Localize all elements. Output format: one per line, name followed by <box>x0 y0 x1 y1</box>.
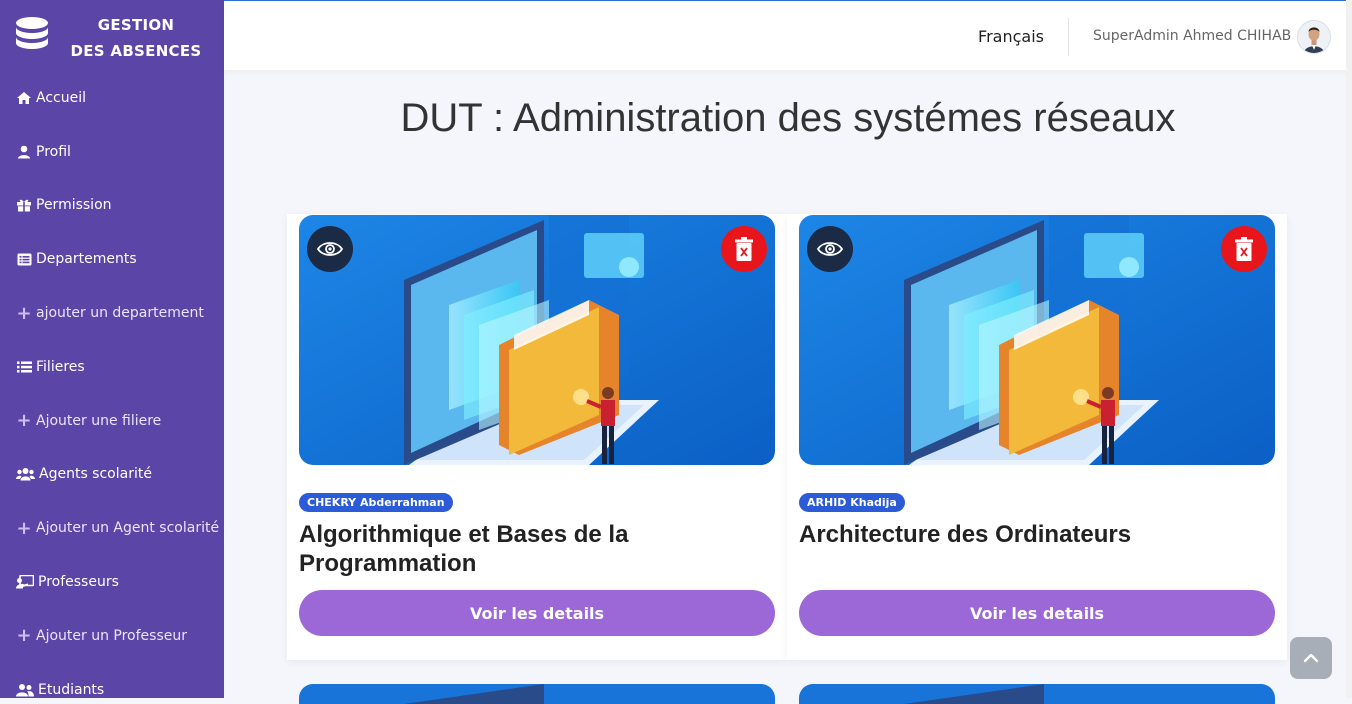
sidebar-item-profil[interactable]: Profil <box>0 125 224 179</box>
sidebar-item-label: Ajouter un Professeur <box>36 627 187 644</box>
sidebar-item-accueil[interactable]: Accueil <box>0 71 224 125</box>
sidebar-item-departements[interactable]: Departements <box>0 232 224 286</box>
sidebar-item-filieres[interactable]: Filieres <box>0 340 224 394</box>
brand-line1: GESTION <box>97 16 175 34</box>
users-icon <box>16 467 35 481</box>
sidebar-item-label: Agents scolarité <box>39 466 152 483</box>
sidebar-item-professeurs[interactable]: Professeurs <box>0 555 224 609</box>
page-title: DUT : Administration des systémes réseau… <box>400 96 1176 140</box>
course-title: Architecture des Ordinateurs <box>799 521 1132 548</box>
sidebar-item-label: Profil <box>36 143 71 160</box>
sidebar-item-etudiants[interactable]: Etudiants <box>0 663 224 698</box>
trash-icon <box>735 237 753 261</box>
details-button[interactable]: Voir les details <box>299 590 775 636</box>
trash-icon <box>1235 237 1253 261</box>
top-navbar: Français SuperAdmin Ahmed CHIHAB <box>224 0 1352 70</box>
course-card: ARHID Khadija Architecture des Ordinateu… <box>787 214 1287 660</box>
course-illustration <box>799 215 1275 465</box>
sidebar-item-label: Professeurs <box>38 574 119 591</box>
user-name[interactable]: SuperAdmin Ahmed CHIHAB <box>1093 28 1291 44</box>
scroll-to-top-button[interactable] <box>1290 637 1332 679</box>
details-button[interactable]: Voir les details <box>799 590 1275 636</box>
next-card-peek <box>799 684 1275 704</box>
course-illustration <box>299 215 775 465</box>
sidebar-item-label: Ajouter un Agent scolarité <box>36 520 220 537</box>
database-icon <box>16 17 48 49</box>
teacher-badge: ARHID Khadija <box>799 493 905 512</box>
sidebar-item-ajouter-departement[interactable]: + ajouter un departement <box>0 286 224 340</box>
plus-icon: + <box>16 302 32 324</box>
eye-icon <box>817 242 843 256</box>
sidebar-item-ajouter-professeur[interactable]: + Ajouter un Professeur <box>0 609 224 663</box>
course-card: CHEKRY Abderrahman Algorithmique et Base… <box>287 214 787 660</box>
teacher-badge: CHEKRY Abderrahman <box>299 493 453 512</box>
sidebar-item-permission[interactable]: Permission <box>0 179 224 233</box>
scrollbar[interactable] <box>1346 0 1352 698</box>
view-button[interactable] <box>807 226 853 272</box>
sidebar-item-agents-scolarite[interactable]: Agents scolarité <box>0 448 224 502</box>
language-selector[interactable]: Français <box>978 27 1044 46</box>
navbar-divider <box>1068 18 1069 56</box>
eye-icon <box>317 242 343 256</box>
course-title: Algorithmique et Bases de la Programmati… <box>299 521 629 577</box>
home-icon <box>16 91 32 105</box>
plus-icon: + <box>16 410 32 432</box>
sidebar-item-label: Filieres <box>36 358 85 375</box>
delete-button[interactable] <box>721 226 767 272</box>
gift-icon <box>16 198 32 212</box>
sidebar-item-label: Etudiants <box>38 681 105 698</box>
brand-line2: DES ABSENCES <box>70 42 202 60</box>
view-button[interactable] <box>307 226 353 272</box>
sidebar-item-label: Permission <box>36 197 112 214</box>
brand[interactable]: GESTION DES ABSENCES <box>0 0 224 70</box>
list-icon <box>16 360 32 374</box>
chevron-up-icon <box>1303 653 1319 663</box>
plus-icon: + <box>16 625 32 647</box>
plus-icon: + <box>16 517 32 539</box>
sidebar-item-ajouter-filiere[interactable]: + Ajouter une filiere <box>0 394 224 448</box>
sidebar: GESTION DES ABSENCES Accueil Profil Perm… <box>0 0 224 698</box>
user-icon <box>16 145 32 159</box>
sidebar-item-label: Accueil <box>36 89 86 106</box>
avatar[interactable] <box>1297 20 1331 54</box>
delete-button[interactable] <box>1221 226 1267 272</box>
chalkboard-teacher-icon <box>16 575 34 589</box>
sidebar-item-label: Departements <box>36 251 137 268</box>
sidebar-nav: Accueil Profil Permission Departements +… <box>0 71 224 698</box>
next-card-peek <box>299 684 775 704</box>
sidebar-item-ajouter-agent[interactable]: + Ajouter un Agent scolarité <box>0 501 224 555</box>
sidebar-item-label: ajouter un departement <box>36 305 204 322</box>
list-alt-icon <box>16 252 32 266</box>
sidebar-item-label: Ajouter une filiere <box>36 412 162 429</box>
user-friends-icon <box>16 683 34 697</box>
